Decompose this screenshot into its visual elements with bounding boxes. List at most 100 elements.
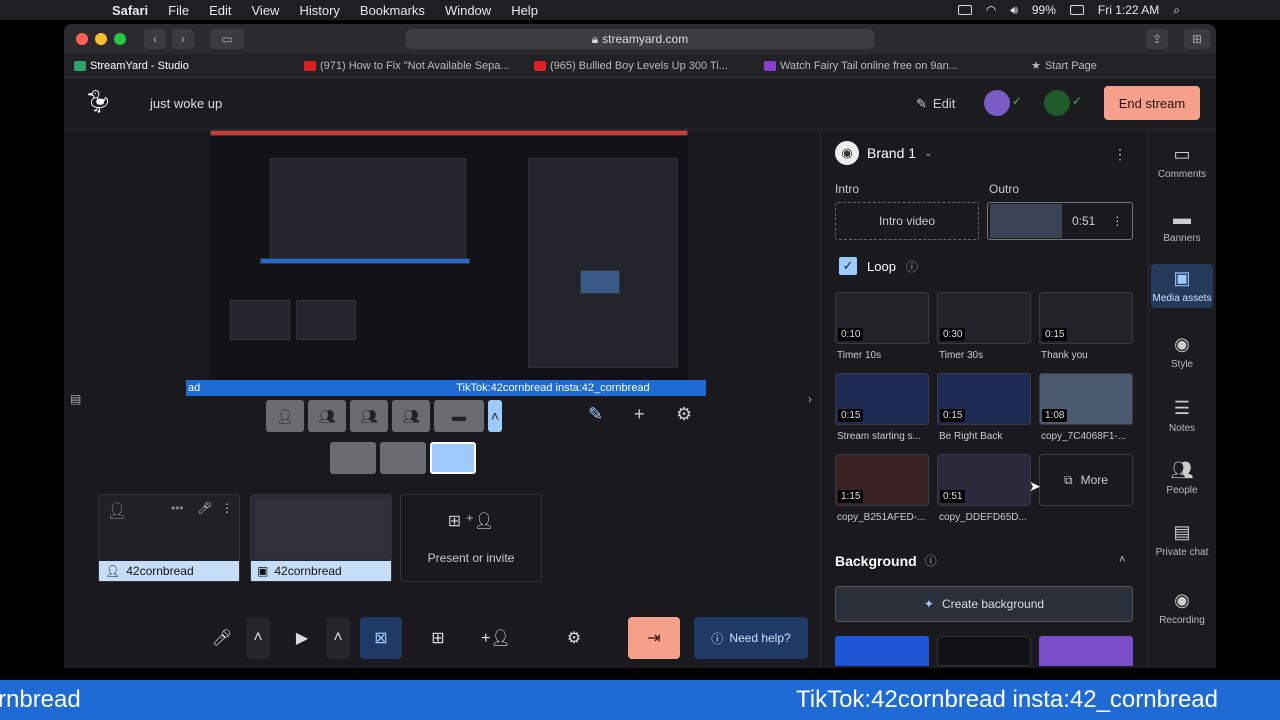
spotlight-search-icon[interactable]: ⌕	[1173, 3, 1180, 18]
more-assets-button[interactable]: ⧉ More	[1039, 454, 1133, 506]
invite-guest-button[interactable]: +👤︎	[476, 617, 516, 659]
background-thumbnail[interactable]	[937, 636, 1031, 666]
media-asset[interactable]: 0:30	[937, 292, 1031, 344]
volume-icon[interactable]: 🔊︎	[1010, 3, 1018, 18]
edit-button[interactable]: ✎ Edit	[916, 96, 955, 112]
layout-solo-button[interactable]: 👤︎	[266, 400, 304, 432]
menu-edit[interactable]: Edit	[209, 3, 231, 18]
rail-media-assets[interactable]: ▣ Media assets	[1151, 264, 1213, 308]
media-asset[interactable]: 0:15	[937, 373, 1031, 425]
rail-style[interactable]: ◉ Style	[1151, 334, 1213, 370]
destination-avatar-twitch[interactable]	[984, 90, 1010, 116]
menu-window[interactable]: Window	[445, 3, 491, 18]
menu-file[interactable]: File	[168, 3, 189, 18]
sidebar-toggle-icon[interactable]: ▭	[210, 29, 244, 49]
create-background-label: Create background	[941, 597, 1045, 611]
wifi-icon[interactable]: ◠	[986, 3, 996, 17]
rail-notes[interactable]: ☰ Notes	[1151, 398, 1213, 434]
chevron-up-icon[interactable]: ˄	[1119, 554, 1125, 566]
help-icon[interactable]: ⓘ	[925, 552, 937, 569]
streamyard-logo-icon[interactable]: 🦆︎	[84, 89, 120, 119]
rail-banners[interactable]: ▬ Banners	[1151, 208, 1213, 244]
rail-recording[interactable]: ◉ Recording	[1151, 590, 1213, 626]
source-card-camera[interactable]: 👤︎ ••• 🎤︎ ⋮ 👤︎ 42cornbread	[98, 494, 240, 582]
rail-private-chat[interactable]: ▤ Private chat	[1151, 522, 1213, 558]
destination-avatar-kick[interactable]	[1044, 90, 1070, 116]
outro-video-slot[interactable]: 0:51 ⋮	[987, 202, 1133, 240]
share-icon[interactable]: ⇪	[1146, 29, 1168, 49]
present-or-invite-card[interactable]: ⊞ ⁺👤︎ Present or invite	[400, 494, 542, 582]
loop-checkbox[interactable]: ✓	[839, 257, 857, 275]
tab-overview-icon[interactable]: ⊞	[1184, 29, 1210, 49]
battery-icon[interactable]	[1069, 5, 1084, 15]
url-bar[interactable]: 🔒︎ streamyard.com	[406, 29, 874, 49]
asset-duration: 0:10	[838, 328, 864, 341]
back-icon[interactable]: ‹	[144, 29, 166, 49]
background-thumbnail[interactable]	[835, 636, 929, 666]
more-options-icon[interactable]: ⋮	[221, 501, 233, 515]
youtube-favicon-icon	[304, 60, 316, 71]
menu-view[interactable]: View	[252, 3, 280, 18]
end-stream-button[interactable]: End stream	[1104, 86, 1200, 120]
mic-options-chevron-icon[interactable]: ˄	[246, 617, 270, 659]
broadcast-title[interactable]: just woke up	[150, 96, 222, 111]
help-icon[interactable]: ⓘ	[906, 258, 918, 275]
create-background-button[interactable]: ✦ Create background	[835, 586, 1133, 622]
tab-start-page[interactable]: ★ Start Page	[984, 59, 1134, 73]
pencil-icon[interactable]: ✎	[588, 404, 603, 425]
tab-youtube-2[interactable]: (965) Bullied Boy Levels Up 300 Ti...	[524, 60, 754, 72]
media-asset[interactable]: 1:15	[835, 454, 929, 506]
layout-thin-button[interactable]: 👥︎	[392, 400, 430, 432]
background-thumbnail[interactable]	[1039, 636, 1133, 666]
layout-screen-button[interactable]: ▬	[434, 400, 484, 432]
leave-studio-button[interactable]: ⇥	[628, 617, 680, 659]
media-asset[interactable]: 0:10	[835, 292, 929, 344]
menu-app-name[interactable]: Safari	[112, 3, 148, 18]
tab-anime[interactable]: Watch Fairy Tail online free on 9an...	[754, 60, 984, 72]
intro-video-slot[interactable]: Intro video	[835, 202, 979, 240]
menu-history[interactable]: History	[299, 3, 339, 18]
source-card-screen[interactable]: ▣ 42cornbread	[250, 494, 392, 582]
media-asset[interactable]: 0:51	[937, 454, 1031, 506]
microphone-icon[interactable]: 🎤︎	[204, 617, 240, 659]
camera-icon[interactable]: ▶︎	[284, 617, 320, 659]
layout-more-icon[interactable]: ˄	[488, 400, 502, 432]
zoom-window-icon[interactable]	[114, 33, 126, 45]
collapse-panel-icon[interactable]: ›	[808, 392, 812, 406]
screen-mirror-icon[interactable]	[957, 5, 972, 15]
layout-panel-toggle-icon[interactable]: ▤	[70, 392, 81, 406]
media-asset[interactable]: 1:08	[1039, 373, 1133, 425]
layout-group-button[interactable]: 👥︎	[308, 400, 346, 432]
rail-comments[interactable]: ▭ Comments	[1151, 144, 1213, 180]
menu-help[interactable]: Help	[511, 3, 538, 18]
brand-more-options-icon[interactable]: ⋮	[1113, 146, 1127, 163]
menu-bookmarks[interactable]: Bookmarks	[360, 3, 425, 18]
outro-more-options-icon[interactable]: ⋮	[1111, 214, 1123, 228]
forward-icon[interactable]: ›	[172, 29, 194, 49]
asset-duration: 0:30	[940, 328, 966, 341]
minimize-window-icon[interactable]	[95, 33, 107, 45]
gear-icon[interactable]: ⚙	[676, 404, 692, 425]
close-window-icon[interactable]	[76, 33, 88, 45]
share-screen-button[interactable]: ⊞	[418, 617, 458, 659]
media-asset[interactable]: 0:15	[835, 373, 929, 425]
layout-sidebar-button[interactable]	[330, 442, 376, 474]
microphone-icon[interactable]: 🎤︎	[197, 501, 212, 515]
need-help-button[interactable]: ⓘ Need help?	[694, 617, 808, 659]
tab-youtube-1[interactable]: (971) How to Fix "Not Available Sepa...	[294, 60, 524, 72]
camera-options-chevron-icon[interactable]: ˄	[326, 617, 350, 659]
tab-label: StreamYard - Studio	[90, 59, 189, 72]
settings-gear-icon[interactable]: ⚙	[554, 617, 594, 659]
loop-toggle[interactable]: ✓ Loop ⓘ	[839, 257, 918, 275]
clock[interactable]: Fri 1:22 AM	[1098, 3, 1159, 17]
brand-selector[interactable]: ◉ Brand 1 ⌄ ⋮	[821, 130, 1148, 176]
layout-leader-button[interactable]: 👥︎	[350, 400, 388, 432]
media-asset[interactable]: 0:15	[1039, 292, 1133, 344]
layout-pip-button[interactable]	[380, 442, 426, 474]
rail-people[interactable]: 👥︎ People	[1151, 460, 1213, 496]
add-icon[interactable]: +	[634, 404, 645, 425]
hide-self-view-button[interactable]: ⊠	[360, 617, 402, 659]
nested-preview	[270, 158, 466, 258]
tab-streamyard[interactable]: StreamYard - Studio	[64, 60, 294, 72]
layout-fullscreen-button[interactable]	[430, 442, 476, 474]
